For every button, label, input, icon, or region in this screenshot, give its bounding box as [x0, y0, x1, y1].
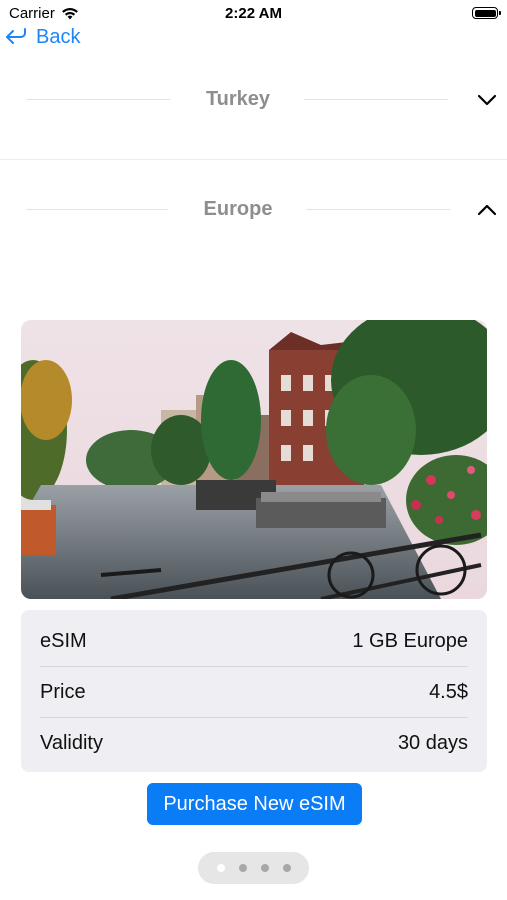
section-title-europe: Europe [203, 198, 273, 220]
validity-label: Validity [40, 731, 103, 754]
info-row-price: Price 4.5$ [40, 666, 468, 717]
divider-line [26, 209, 168, 210]
purchase-new-esim-button[interactable]: Purchase New eSIM [147, 783, 362, 825]
validity-value: 30 days [397, 731, 468, 754]
divider-line [306, 209, 450, 210]
page-dot[interactable] [282, 864, 291, 872]
page-dot-active[interactable] [216, 864, 225, 872]
price-label: Price [40, 680, 86, 703]
chevron-up-icon[interactable] [475, 198, 499, 222]
section-header-europe[interactable]: Europe [0, 190, 507, 230]
back-label: Back [36, 26, 81, 48]
battery-full-icon [472, 7, 501, 19]
esim-value: 1 GB Europe [352, 629, 468, 652]
info-row-validity: Validity 30 days [40, 717, 468, 768]
back-button[interactable]: Back [4, 26, 80, 49]
page-indicator[interactable] [198, 852, 309, 884]
page-dot[interactable] [238, 864, 247, 872]
status-bar: Carrier 2:22 AM [0, 0, 507, 28]
amsterdam-canal-photo [21, 320, 487, 599]
divider-line [304, 99, 448, 100]
esim-label: eSIM [40, 629, 87, 652]
section-title-turkey: Turkey [205, 88, 271, 110]
section-header-turkey[interactable]: Turkey [0, 80, 507, 120]
divider-line [26, 99, 170, 100]
page-dot[interactable] [260, 864, 269, 872]
status-time: 2:22 AM [225, 5, 282, 22]
info-row-esim: eSIM 1 GB Europe [40, 616, 468, 666]
plan-details-card: eSIM 1 GB Europe Price 4.5$ Validity 30 … [21, 610, 487, 772]
section-divider [0, 159, 507, 160]
price-value: 4.5$ [429, 680, 468, 703]
back-arrow-icon [6, 27, 26, 44]
chevron-down-icon[interactable] [475, 88, 499, 112]
